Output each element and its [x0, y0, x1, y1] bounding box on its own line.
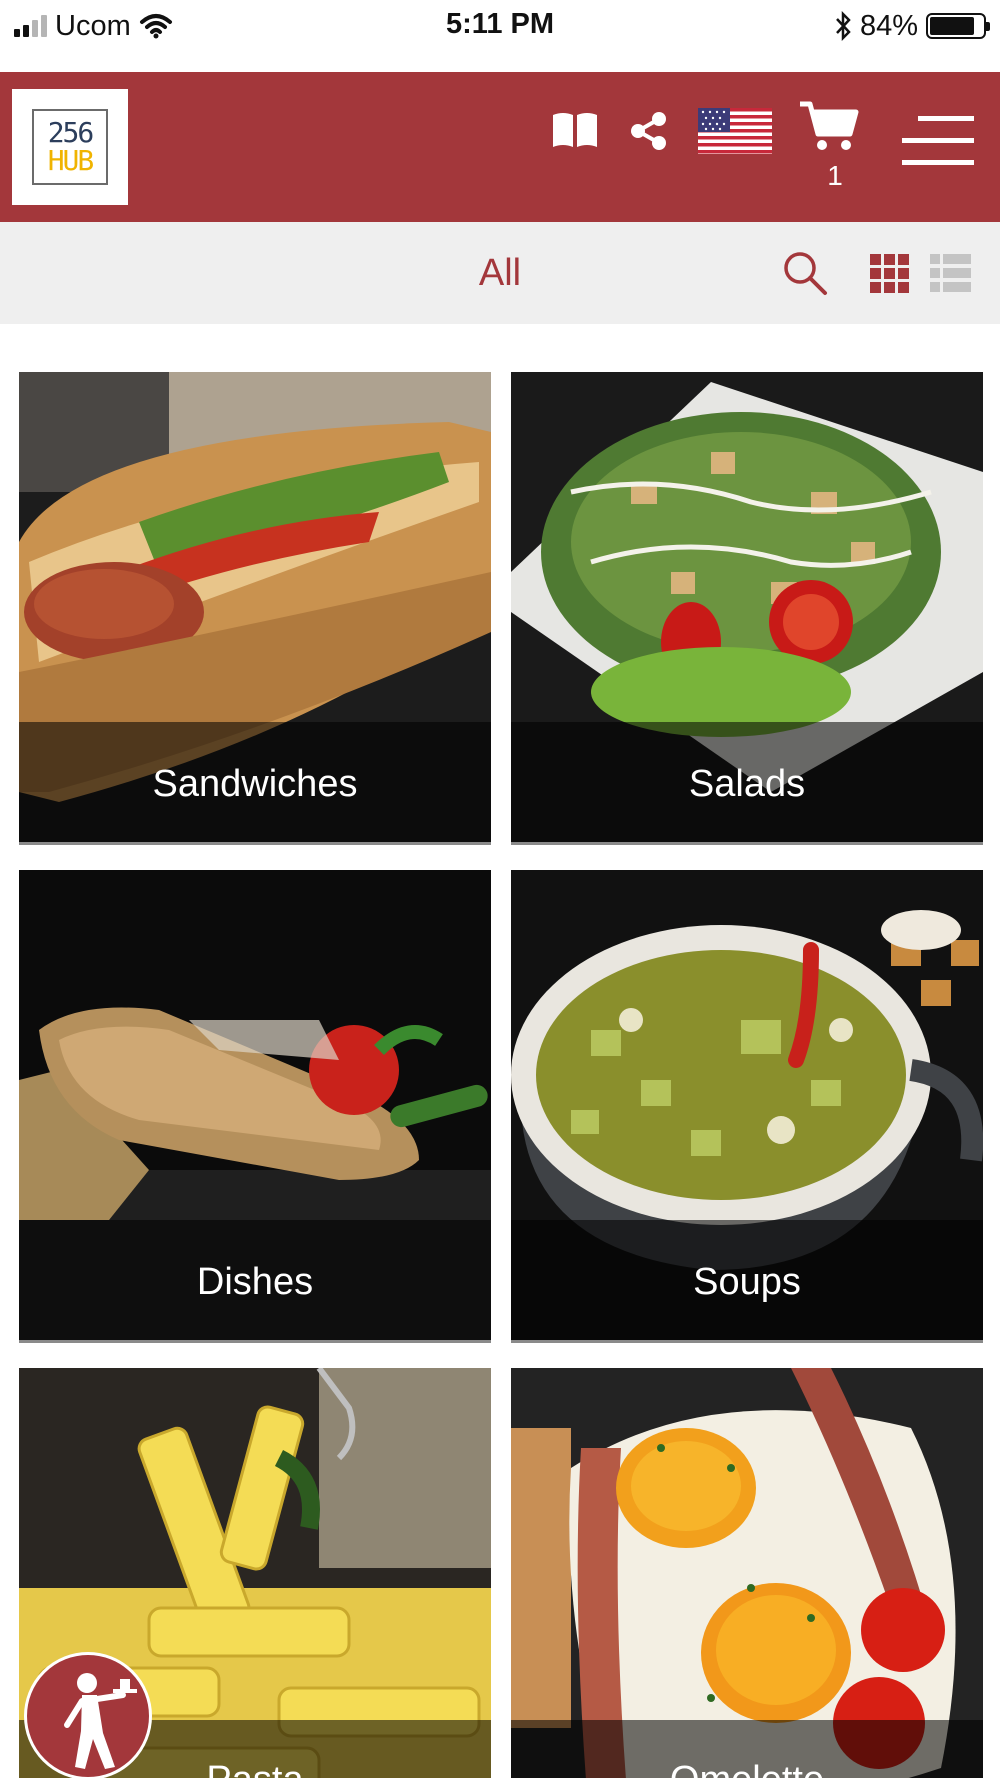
category-label: Dishes — [19, 1220, 491, 1340]
category-label: Salads — [511, 722, 983, 842]
status-right: 84% — [834, 8, 990, 44]
cart-icon[interactable] — [798, 100, 860, 154]
category-label: Sandwiches — [19, 722, 491, 842]
battery-icon — [926, 13, 990, 39]
logo-mark: 256 HUB — [32, 109, 108, 185]
cart-count-badge: 1 — [827, 160, 843, 191]
category-filter-all[interactable]: All — [400, 252, 600, 295]
share-icon[interactable] — [628, 110, 670, 152]
category-tile-omelette[interactable] — [511, 1368, 983, 1778]
status-bar: Ucom 5:11 PM 84% — [0, 0, 1000, 72]
hamburger-menu-icon[interactable] — [900, 114, 976, 170]
call-waiter-button[interactable] — [24, 1652, 152, 1778]
category-label: Soups — [511, 1220, 983, 1340]
us-flag-icon[interactable] — [698, 108, 772, 154]
logo-text-top: 256 — [47, 116, 95, 149]
bluetooth-icon — [836, 11, 851, 41]
battery-percent: 84% — [859, 9, 918, 42]
category-label: Omelette — [511, 1720, 983, 1778]
list-view-icon[interactable] — [930, 254, 972, 294]
search-icon[interactable] — [782, 250, 828, 296]
app-header: 256 HUB 1 — [0, 72, 1000, 222]
category-tile-dishes[interactable]: Dishes — [19, 870, 491, 1343]
logo-text-bottom: HUB — [47, 144, 95, 177]
waiter-icon — [64, 1673, 137, 1769]
category-tile-salads[interactable]: Salads — [511, 372, 983, 845]
omelette-photo — [511, 1368, 983, 1778]
category-tile-soups[interactable]: Soups — [511, 870, 983, 1343]
category-grid: Sandwiches Salads Dishes Soups — [0, 324, 1000, 1778]
logo[interactable]: 256 HUB — [12, 89, 128, 205]
battery-level — [930, 17, 974, 35]
filter-bar: All — [0, 222, 1000, 324]
grid-view-icon[interactable] — [870, 254, 910, 294]
category-tile-sandwiches[interactable]: Sandwiches — [19, 372, 491, 845]
book-icon[interactable] — [550, 110, 600, 150]
